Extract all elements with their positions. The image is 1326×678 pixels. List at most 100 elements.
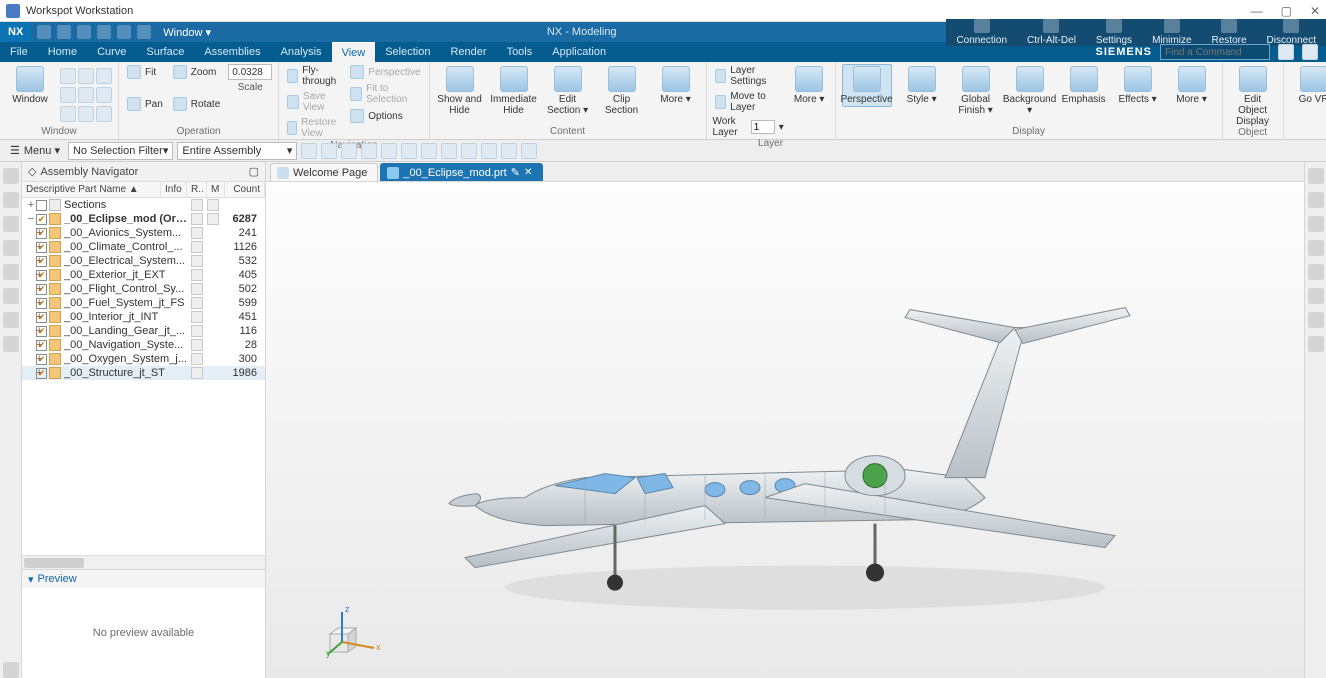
sel-tool-11-icon[interactable] (501, 143, 517, 159)
sel-tool-5-icon[interactable] (381, 143, 397, 159)
tree-root-row[interactable]: −✔ _00_Eclipse_mod (Order... 6287 (22, 212, 265, 226)
resource-constraint-icon[interactable] (3, 216, 19, 232)
r-tool-4-icon[interactable] (1308, 240, 1324, 256)
tree-item-row[interactable]: +✔_00_Climate_Control_...1126 (22, 240, 265, 254)
work-layer-dropdown-icon[interactable]: ▾ (779, 122, 784, 133)
layout-7-icon[interactable] (60, 106, 76, 122)
r-tool-5-icon[interactable] (1308, 264, 1324, 280)
global-finish-button[interactable]: Global Finish ▾ (952, 64, 1000, 116)
ws-connection-button[interactable]: Connection (946, 19, 1017, 46)
qat-save-icon[interactable] (37, 25, 51, 39)
tree-item-row[interactable]: +✔_00_Exterior_jt_EXT405 (22, 268, 265, 282)
tab-surface[interactable]: Surface (136, 42, 194, 62)
tree-item-row[interactable]: +✔_00_Electrical_System...532 (22, 254, 265, 268)
tree-sections-row[interactable]: + Sections (22, 198, 265, 212)
ws-settings-button[interactable]: Settings (1086, 19, 1142, 46)
ws-cad-button[interactable]: Ctrl-Alt-Del (1017, 19, 1086, 46)
clip-section-button[interactable]: Clip Section (598, 64, 646, 116)
window-menu[interactable]: Window ▾ (163, 26, 211, 39)
layer-more-button[interactable]: More ▾ (790, 64, 829, 105)
style-button[interactable]: Style ▾ (898, 64, 946, 105)
r-tool-1-icon[interactable] (1308, 168, 1324, 184)
preview-collapse-icon[interactable]: ▾ (28, 573, 34, 586)
ws-minimize-button[interactable]: Minimize (1142, 19, 1201, 46)
sel-tool-1-icon[interactable] (301, 143, 317, 159)
tree-item-row[interactable]: +✔_00_Structure_jt_ST1986 (22, 366, 265, 380)
sel-tool-12-icon[interactable] (521, 143, 537, 159)
ws-disconnect-button[interactable]: Disconnect (1257, 19, 1326, 46)
qat-redo-icon[interactable] (77, 25, 91, 39)
resource-roles-icon[interactable] (3, 336, 19, 352)
show-hide-button[interactable]: Show and Hide (436, 64, 484, 116)
layout-9-icon[interactable] (96, 106, 112, 122)
tab-curve[interactable]: Curve (87, 42, 136, 62)
resource-settings-icon[interactable] (3, 662, 19, 678)
r-tool-6-icon[interactable] (1308, 288, 1324, 304)
sel-tool-4-icon[interactable] (361, 143, 377, 159)
scale-input[interactable]: 0.0328 (228, 64, 272, 80)
sel-tool-8-icon[interactable] (441, 143, 457, 159)
command-search-input[interactable] (1160, 44, 1270, 60)
fly-through-button[interactable]: Fly-through (285, 64, 342, 88)
qat-undo-icon[interactable] (57, 25, 71, 39)
perspective-button[interactable]: Perspective (842, 64, 892, 107)
selection-scope-dropdown[interactable]: Entire Assembly▾ (177, 142, 297, 160)
qat-cut-icon[interactable] (97, 25, 111, 39)
tab-welcome-page[interactable]: Welcome Page (270, 163, 378, 181)
nav-undock-icon[interactable]: ▢ (249, 165, 259, 178)
layer-settings-button[interactable]: Layer Settings (713, 64, 784, 88)
move-to-layer-button[interactable]: Move to Layer (713, 90, 784, 114)
menu-button[interactable]: ☰Menu ▾ (6, 144, 64, 157)
nav-options-button[interactable]: Options (348, 108, 422, 124)
layout-5-icon[interactable] (78, 87, 94, 103)
tree-item-row[interactable]: +✔_00_Fuel_System_jt_FS599 (22, 296, 265, 310)
resource-reuse-icon[interactable] (3, 240, 19, 256)
tab-active-part[interactable]: _00_Eclipse_mod.prt ✎ ✕ (380, 163, 543, 181)
layout-6-icon[interactable] (96, 87, 112, 103)
layout-1-icon[interactable] (60, 68, 76, 84)
tree-item-row[interactable]: +✔_00_Flight_Control_Sy...502 (22, 282, 265, 296)
view-triad[interactable]: z x y (326, 598, 386, 658)
nav-pin-icon[interactable]: ◇ (28, 165, 36, 178)
effects-button[interactable]: Effects ▾ (1114, 64, 1162, 105)
ribbon-collapse-icon[interactable] (1302, 44, 1318, 60)
sel-tool-3-icon[interactable] (341, 143, 357, 159)
tree-item-row[interactable]: +✔_00_Oxygen_System_j...300 (22, 352, 265, 366)
nav-h-scrollbar[interactable] (22, 555, 265, 569)
display-more-button[interactable]: More ▾ (1168, 64, 1216, 105)
ws-restore-button[interactable]: Restore (1202, 19, 1257, 46)
layout-4-icon[interactable] (60, 87, 76, 103)
ribbon-help-icon[interactable] (1278, 44, 1294, 60)
3d-viewport[interactable]: z x y (266, 182, 1304, 678)
resource-browser-icon[interactable] (3, 288, 19, 304)
pan-button[interactable]: Pan (125, 96, 165, 112)
work-layer-input[interactable] (751, 120, 775, 134)
tab-tools[interactable]: Tools (497, 42, 543, 62)
content-more-button[interactable]: More ▾ (652, 64, 700, 105)
go-vr-button[interactable]: Go VR (1290, 64, 1326, 105)
tree-item-row[interactable]: +✔_00_Landing_Gear_jt_...116 (22, 324, 265, 338)
r-tool-3-icon[interactable] (1308, 216, 1324, 232)
sel-tool-7-icon[interactable] (421, 143, 437, 159)
sel-tool-6-icon[interactable] (401, 143, 417, 159)
os-maximize-button[interactable]: ▢ (1281, 4, 1292, 18)
sel-tool-2-icon[interactable] (321, 143, 337, 159)
immediate-hide-button[interactable]: Immediate Hide (490, 64, 538, 116)
rotate-button[interactable]: Rotate (171, 96, 222, 112)
tab-close-icon[interactable]: ✕ (524, 167, 532, 178)
tab-file[interactable]: File (0, 42, 38, 62)
tab-analysis[interactable]: Analysis (271, 42, 332, 62)
emphasis-button[interactable]: Emphasis (1060, 64, 1108, 105)
selection-filter-dropdown[interactable]: No Selection Filter▾ (68, 142, 173, 160)
qat-copy-icon[interactable] (117, 25, 131, 39)
background-button[interactable]: Background ▾ (1006, 64, 1054, 116)
os-close-button[interactable]: ✕ (1310, 4, 1320, 18)
window-button[interactable]: Window (6, 64, 54, 105)
edit-section-button[interactable]: Edit Section ▾ (544, 64, 592, 116)
tree-item-row[interactable]: +✔_00_Avionics_System...241 (22, 226, 265, 240)
tab-home[interactable]: Home (38, 42, 87, 62)
tab-application[interactable]: Application (542, 42, 616, 62)
assembly-tree[interactable]: + Sections −✔ _00_Eclipse_mod (Order... … (22, 198, 265, 555)
sel-tool-10-icon[interactable] (481, 143, 497, 159)
os-minimize-button[interactable]: — (1251, 4, 1263, 18)
